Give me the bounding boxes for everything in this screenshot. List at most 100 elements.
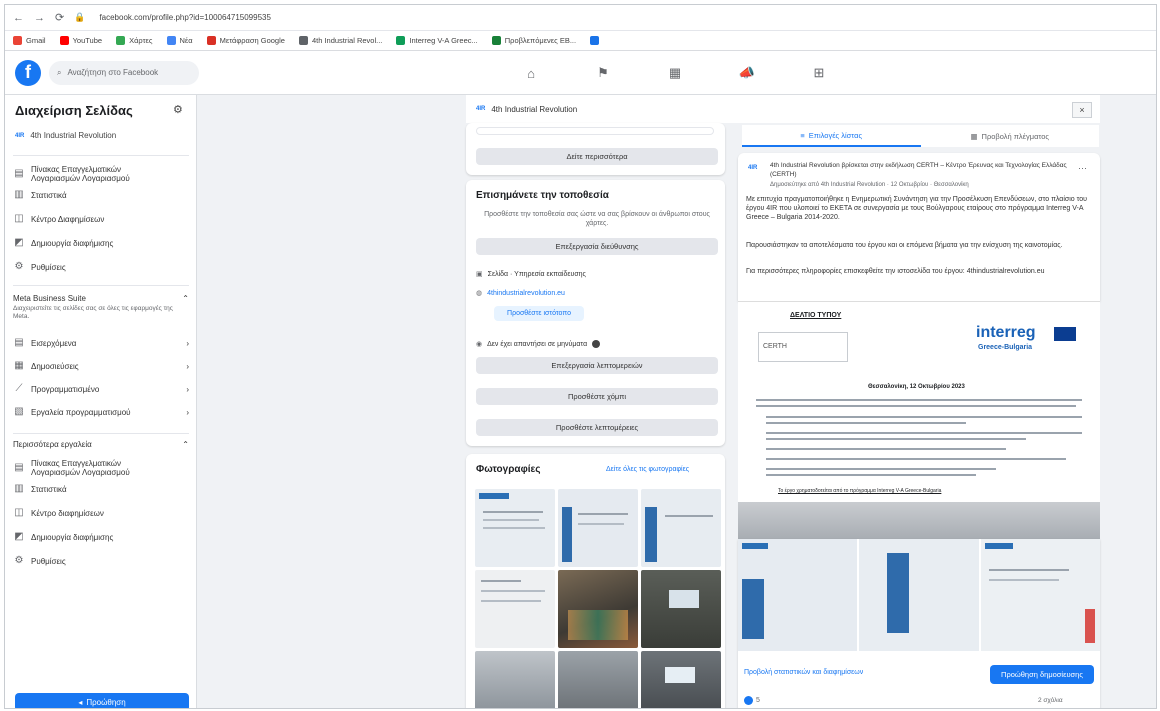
sidebar-item-label: Ρυθμίσεις [31,262,66,272]
photo-thumbnail[interactable] [558,651,638,708]
gear-icon[interactable]: ⚙ [173,103,183,116]
promote-button[interactable]: ◂ Προώθηση [15,693,189,708]
website-link[interactable]: 4thindustrialrevolution.eu [487,290,565,297]
info-circle-icon[interactable] [592,340,601,348]
photo-thumbnail[interactable] [641,489,721,567]
reload-icon[interactable]: ⟳ [55,11,64,24]
bookmark-item[interactable]: Χάρτες [116,36,153,45]
doc-text-line [766,438,1026,440]
see-all-photos-link[interactable]: Δείτε όλες τις φωτογραφίες [606,466,689,473]
create-ad-icon: ◩ [14,531,24,542]
bookmark-item[interactable]: Μετάφραση Google [206,36,285,45]
marketplace-icon[interactable]: ▦ [639,51,711,95]
doc-text-line [766,416,1082,418]
photo-thumbnail[interactable] [641,570,721,648]
create-ad-icon: ◩ [14,237,24,248]
photo-thumbnail[interactable] [641,651,721,708]
home-icon[interactable]: ⌂ [495,51,567,95]
post-avatar[interactable]: 4IR [748,165,757,171]
edit-address-button[interactable]: Επεξεργασία διεύθυνσης [476,238,718,255]
map-card-title: Επισημάνετε την τοποθεσία [476,190,609,201]
bookmark-item[interactable]: Προβλεπόμενες ΕΒ... [491,36,576,45]
see-more-button[interactable]: Δείτε περισσότερα [476,148,718,165]
photo-grid [475,489,721,708]
post-photo[interactable] [738,539,858,651]
facebook-logo[interactable]: f [15,59,41,86]
photo-thumbnail[interactable] [558,489,638,567]
section-label: Περισσότερα εργαλεία [13,440,92,449]
inbox-icon: ▤ [14,168,24,179]
bookmark-item[interactable] [590,36,600,45]
sidebar-item[interactable]: ⟋ Προγραμματισμένο › [13,383,190,395]
list-icon: ≡ [800,130,805,140]
doc-text-line [766,458,1066,460]
fb-search-input[interactable]: ⌕ Αναζήτηση στο Facebook [49,60,199,85]
stats-icon: ▥ [14,189,24,200]
post-document-image[interactable]: ΔΕΛΤΙΟ ΤΥΠΟΥ CERTH interreg Greece-Bulga… [738,301,1100,540]
sidebar-item-label: Πίνακας Επαγγελματικών Λογαριασμών Λογαρ… [31,165,130,183]
url-text[interactable]: facebook.com/profile.php?id=100064715099… [95,13,270,22]
calendar-icon: ▦ [14,360,24,371]
insights-link[interactable]: Προβολή στατιστικών και διαφημίσεων [744,669,863,676]
add-featured-button[interactable]: Προσθέστε λεπτομέρειες [476,419,718,436]
sidebar-item[interactable]: ▥ Στατιστικά [13,189,189,201]
flag-icon[interactable]: ⚑ [567,51,639,95]
sidebar-item[interactable]: ⚙ Ρυθμίσεις [13,555,189,567]
more-tools-header[interactable]: Περισσότερα εργαλεία ⌃ [13,440,189,449]
post-photo[interactable] [980,539,1100,651]
address-bar: ← → ⟳ 🔒 facebook.com/profile.php?id=1000… [5,5,1156,31]
close-button[interactable]: × [1072,102,1092,118]
photo-thumbnail[interactable] [475,570,555,648]
photo-thumbnail[interactable] [558,570,638,648]
sidebar-item[interactable]: ▥ Στατιστικά [13,483,189,495]
response-text: Δεν έχει απαντήσει σε μηνύματα [487,340,588,348]
sidebar-item[interactable]: ▤ Πίνακας Επαγγελματικών Λογαριασμών Λογα… [13,459,189,477]
eu-flag-icon [1054,327,1076,341]
post-photo[interactable] [859,539,979,651]
sidebar-item[interactable]: ▤ Πίνακας Επαγγελματικών Λογαριασμών Λογα… [13,165,189,183]
comments-count[interactable]: 2 σχόλια [1038,697,1063,704]
category-text: Σελίδα · Υπηρεσία εκπαίδευσης [487,270,586,278]
photo-thumbnail[interactable] [475,651,555,708]
sidebar-item[interactable]: ▤ Εισερχόμενα › [13,337,189,349]
page-header-name[interactable]: 4th Industrial Revolution [491,105,577,114]
sidebar-item[interactable]: ◩ Δημιουργία διαφήμισης [13,237,189,249]
groups-icon[interactable]: ⊞ [783,51,855,95]
sidebar-page-switcher[interactable]: 4IR 4th Industrial Revolution [15,131,116,140]
bookmark-item[interactable]: Gmail [13,36,46,45]
add-hobbies-button[interactable]: Προσθέστε χόμπι [476,388,718,405]
view-tab[interactable]: ▦ Προβολή πλέγματος [921,125,1100,147]
bookmark-item[interactable]: 4th Industrial Revol... [298,36,382,45]
bookmark-label: YouTube [72,36,103,45]
text-field-tail [476,127,714,135]
more-options-icon[interactable]: ⋯ [1078,163,1087,174]
bookmark-item[interactable]: Interreg V-A Greec... [396,36,478,45]
sidebar-item-label: Πίνακας Επαγγελματικών Λογαριασμών Λογαρ… [31,459,130,477]
view-tab[interactable]: ≡ Επιλογές λίστας [742,125,921,147]
bookmark-item[interactable]: YouTube [59,36,103,45]
back-icon[interactable]: ← [13,12,24,24]
bookmark-icon [206,36,216,45]
sidebar-item[interactable]: ▧ Εργαλεία προγραμματισμού › [13,406,189,418]
sidebar-item[interactable]: ◫ Κέντρο Διαφημίσεων [13,213,189,225]
sidebar-item[interactable]: ◫ Κέντρο διαφημίσεων [13,507,189,519]
post-paragraph-3: Για περισσότερες πληροφορίες επισκεφθείτ… [746,268,1045,275]
forward-icon[interactable]: → [34,12,45,24]
photo-thumbnail[interactable] [475,489,555,567]
boost-post-button[interactable]: Προώθηση δημοσίευσης [990,665,1094,684]
sidebar-item[interactable]: ◩ Δημιουργία διαφήμισης [13,531,189,543]
reactions-count[interactable]: 5 [744,696,760,705]
edit-details-button[interactable]: Επεξεργασία λεπτομερειών [476,357,718,374]
reactions-number: 5 [756,697,760,704]
bookmark-item[interactable]: Νέα [166,36,193,45]
info-icon: ▣ [476,271,483,278]
sidebar-item[interactable]: ▦ Δημοσιεύσεις › [13,360,189,372]
category-row: ▣ Σελίδα · Υπηρεσία εκπαίδευσης [476,270,586,279]
add-website-button[interactable]: Προσθέστε ιστότοπο [494,306,584,321]
megaphone-icon[interactable]: 📣 [711,51,783,95]
meta-business-suite-header[interactable]: Meta Business Suite ⌃ [13,294,189,303]
sidebar-item[interactable]: ⚙ Ρυθμίσεις [13,261,189,273]
meta-suite-description: Διαχειριστείτε τις σελίδες σας σε όλες τ… [13,305,173,320]
megaphone-icon: ◂ [78,697,83,707]
section-label: Meta Business Suite [13,294,86,303]
